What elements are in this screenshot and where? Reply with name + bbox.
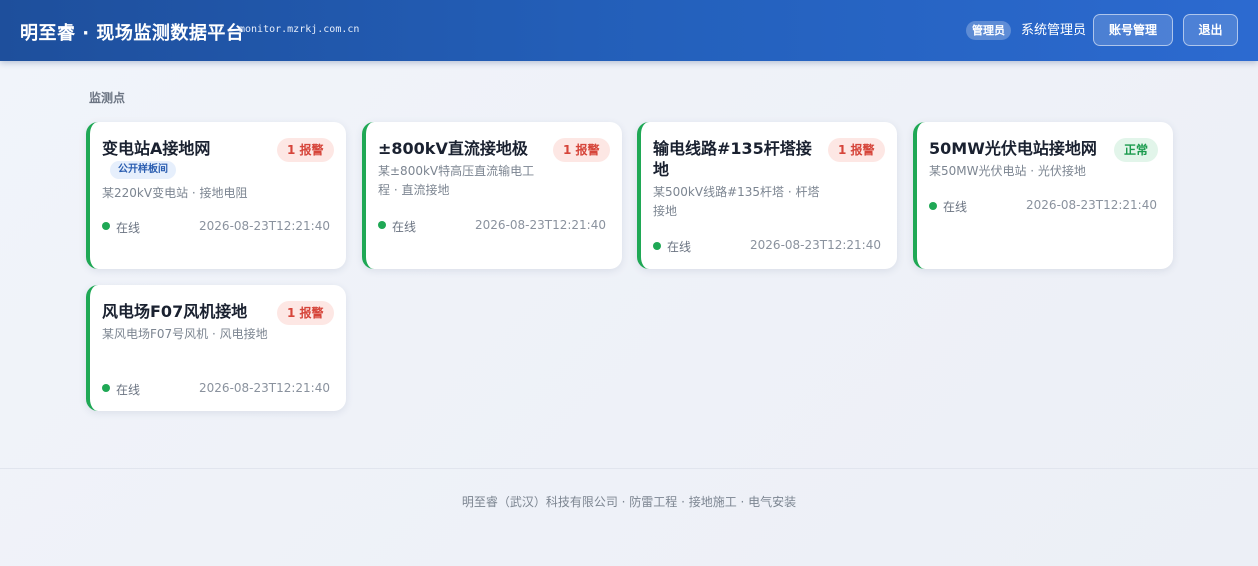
section-title: 监测点 [89, 91, 126, 105]
card-title: ±800kV直流接地极 [378, 139, 528, 158]
status-text: 在线 [943, 200, 968, 214]
card-title: 50MW光伏电站接地网 [929, 139, 1097, 158]
status-text: 在线 [667, 240, 692, 254]
card-subtitle: 某风电场F07号风机 · 风电接地 [102, 327, 268, 341]
app-title: 明至睿 · 现场监测数据平台 [20, 23, 245, 44]
card-subtitle: 某50MW光伏电站 · 光伏接地 [929, 164, 1086, 178]
online-status-dot-icon [653, 242, 661, 250]
update-time: 2026-08-23T12:21:40 [475, 218, 606, 232]
account-management-button[interactable]: 账号管理 [1093, 14, 1173, 46]
card-title: 输电线路#135杆塔接地 [653, 139, 812, 179]
site-domain: monitor.mzrkj.com.cn [239, 24, 360, 35]
alarm-badge: 1 报警 [277, 138, 334, 162]
monitor-card-wind-f07[interactable]: 风电场F07风机接地 1 报警 某风电场F07号风机 · 风电接地 在线 202… [86, 285, 346, 411]
online-status-dot-icon [929, 202, 937, 210]
alarm-badge: 1 报警 [553, 138, 610, 162]
monitor-card-dc-electrode[interactable]: ±800kV直流接地极 1 报警 某±800kV特高压直流输电工程 · 直流接地… [362, 122, 622, 269]
top-header: 明至睿 · 现场监测数据平台 monitor.mzrkj.com.cn 管理员 … [0, 0, 1258, 61]
status-text: 在线 [116, 383, 141, 397]
update-time: 2026-08-23T12:21:40 [199, 381, 330, 395]
alarm-badge: 1 报警 [277, 301, 334, 325]
card-subtitle: 某220kV变电站 · 接地电阻 [102, 186, 248, 200]
update-time: 2026-08-23T12:21:40 [199, 219, 330, 233]
monitor-card-pv-station[interactable]: 50MW光伏电站接地网 正常 某50MW光伏电站 · 光伏接地 在线 2026-… [913, 122, 1173, 269]
card-title: 风电场F07风机接地 [102, 302, 248, 321]
card-title: 变电站A接地网 [102, 139, 211, 158]
public-sample-badge: 公开样板间 [110, 161, 176, 179]
update-time: 2026-08-23T12:21:40 [750, 238, 881, 252]
online-status-dot-icon [102, 222, 110, 230]
status-text: 在线 [392, 220, 417, 234]
online-status-dot-icon [378, 221, 386, 229]
online-status-dot-icon [102, 384, 110, 392]
user-name: 系统管理员 [1021, 23, 1087, 38]
status-text: 在线 [116, 221, 141, 235]
logout-button[interactable]: 退出 [1183, 14, 1238, 46]
alarm-badge: 1 报警 [828, 138, 885, 162]
update-time: 2026-08-23T12:21:40 [1026, 198, 1157, 212]
card-subtitle: 某±800kV特高压直流输电工程 · 直流接地 [378, 164, 535, 197]
card-subtitle: 某500kV线路#135杆塔 · 杆塔接地 [653, 185, 820, 218]
monitor-card-tower-135[interactable]: 输电线路#135杆塔接地 1 报警 某500kV线路#135杆塔 · 杆塔接地 … [637, 122, 897, 269]
normal-status-badge: 正常 [1114, 138, 1159, 162]
footer-divider [0, 468, 1258, 469]
role-badge: 管理员 [966, 21, 1011, 40]
footer-text: 明至睿（武汉）科技有限公司 · 防雷工程 · 接地施工 · 电气安装 [461, 495, 797, 509]
monitor-card-substation-a[interactable]: 变电站A接地网 1 报警 公开样板间 某220kV变电站 · 接地电阻 在线 2… [86, 122, 346, 269]
